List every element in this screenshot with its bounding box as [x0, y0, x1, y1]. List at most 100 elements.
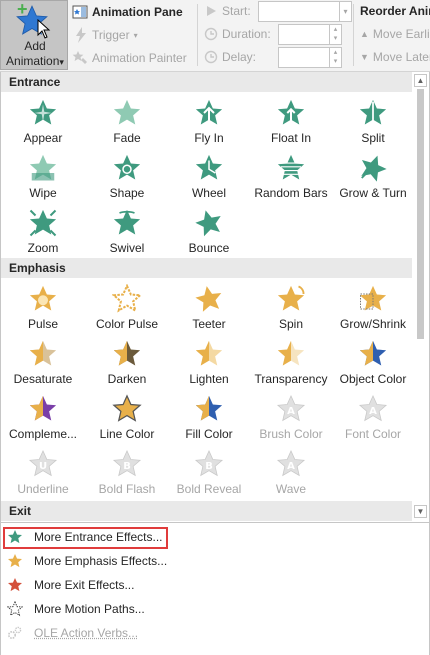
delay-input[interactable]: ▴ ▾	[278, 47, 342, 68]
effect-fill-color[interactable]: Fill Color	[167, 392, 251, 444]
fly-in-icon	[195, 99, 223, 125]
effect-brush-color[interactable]: A Brush Color	[249, 392, 333, 444]
effect-shape[interactable]: Shape	[85, 151, 169, 203]
effect-compleme[interactable]: Compleme...	[1, 392, 85, 444]
duration-input[interactable]: ▴ ▾	[278, 24, 342, 45]
color-pulse-icon	[112, 284, 142, 313]
painter-icon	[72, 51, 87, 64]
effect-float-in[interactable]: Float In	[249, 96, 333, 148]
effect-color-pulse[interactable]: Color Pulse	[85, 282, 169, 334]
effect-underline[interactable]: U Underline	[1, 447, 85, 499]
effect-grow-turn[interactable]: Grow & Turn	[331, 151, 415, 203]
ribbon-separator-2	[353, 4, 354, 66]
entrance-star-icon	[8, 530, 22, 544]
effect-desaturate[interactable]: Desaturate	[1, 337, 85, 389]
effect-object-color[interactable]: Object Color	[331, 337, 415, 389]
effect-label: Float In	[270, 131, 312, 145]
move-earlier-button[interactable]: ▲Move Earlier	[360, 27, 430, 41]
duration-label: Duration:	[204, 27, 271, 41]
effect-label: Desaturate	[13, 372, 73, 386]
effect-label: Lighten	[189, 372, 229, 386]
exit-header: Exit	[1, 501, 413, 521]
effect-transparency[interactable]: Transparency	[249, 337, 333, 389]
down-triangle-icon: ▼	[360, 52, 369, 62]
effect-wave[interactable]: A Wave	[249, 447, 333, 499]
emphasis-header: Emphasis	[1, 258, 413, 278]
entrance-header: Entrance	[1, 72, 413, 92]
more-exit-effects-item[interactable]: More Exit Effects...	[1, 573, 429, 597]
effect-lighten[interactable]: Lighten	[167, 337, 251, 389]
svg-text:A: A	[287, 406, 295, 417]
effect-label: Color Pulse	[95, 317, 159, 331]
clock-icon	[204, 27, 218, 41]
delay-label: Delay:	[204, 50, 256, 64]
brush-color-icon: A	[276, 394, 306, 422]
effect-teeter[interactable]: Teeter	[167, 282, 251, 334]
effect-bounce[interactable]: Bounce	[167, 206, 251, 258]
animation-pane-button[interactable]: Animation Pane	[72, 4, 183, 20]
object-color-icon	[359, 340, 387, 366]
more-motion-paths-item[interactable]: More Motion Paths...	[1, 597, 429, 621]
effect-line-color[interactable]: Line Color	[85, 392, 169, 444]
underline-icon: U	[28, 449, 58, 477]
effect-random-bars[interactable]: Random Bars	[249, 151, 333, 203]
effect-darken[interactable]: Darken	[85, 337, 169, 389]
effect-wipe[interactable]: Wipe	[1, 151, 85, 203]
effect-spin[interactable]: Spin	[249, 282, 333, 334]
zoom-icon	[29, 209, 57, 237]
effect-label: Grow & Turn	[339, 186, 407, 200]
effect-label: Bold Flash	[98, 482, 156, 496]
effect-bold-reveal[interactable]: B Bold Reveal	[167, 447, 251, 499]
start-dropdown[interactable]: ▾	[258, 1, 352, 22]
effect-label: Wipe	[29, 186, 57, 200]
effect-font-color[interactable]: A Font Color	[331, 392, 415, 444]
effect-label: Fly In	[194, 131, 224, 145]
ole-action-verbs-item[interactable]: OLE Action Verbs...	[1, 621, 429, 645]
darken-icon	[113, 340, 141, 366]
reorder-label: Reorder Animation	[360, 4, 430, 18]
scroll-up-arrow[interactable]: ▲	[414, 74, 427, 87]
play-icon	[207, 6, 216, 16]
motion-path-star-icon	[7, 601, 23, 617]
effect-pulse[interactable]: Pulse	[1, 282, 85, 334]
more-emphasis-effects-item[interactable]: More Emphasis Effects...	[1, 549, 429, 573]
pulse-icon	[29, 285, 57, 311]
grow-turn-icon	[361, 155, 387, 182]
effect-appear[interactable]: Appear	[1, 96, 85, 148]
scroll-down-arrow[interactable]: ▼	[414, 505, 427, 518]
line-color-icon	[112, 394, 142, 422]
effect-wheel[interactable]: Wheel	[167, 151, 251, 203]
bounce-icon	[195, 210, 221, 237]
spin-icon	[277, 285, 305, 311]
effect-label: Font Color	[344, 427, 402, 441]
effect-label: Appear	[23, 131, 63, 145]
effect-swivel[interactable]: Swivel	[85, 206, 169, 258]
trigger-button[interactable]: Trigger ▾	[74, 27, 138, 43]
effect-label: Underline	[17, 482, 69, 496]
random-bars-icon	[277, 154, 305, 180]
effect-zoom[interactable]: Zoom	[1, 206, 85, 258]
effect-split[interactable]: Split	[331, 96, 415, 148]
effect-grow-shrink[interactable]: Grow/Shrink	[331, 282, 415, 334]
wheel-icon	[195, 154, 223, 180]
delay-clock-icon	[204, 50, 218, 64]
more-entrance-effects-item[interactable]: More Entrance Effects...	[1, 525, 429, 549]
swivel-icon	[113, 209, 141, 235]
effect-bold-flash[interactable]: B Bold Flash	[85, 447, 169, 499]
add-animation-label: Add	[24, 39, 46, 53]
effect-fade[interactable]: Fade	[85, 96, 169, 148]
effect-label: Fill Color	[185, 427, 233, 441]
scroll-thumb[interactable]	[417, 89, 424, 339]
effect-fly-in[interactable]: Fly In	[167, 96, 251, 148]
teeter-icon	[195, 286, 222, 312]
move-later-button[interactable]: ▼ Move Later	[360, 50, 430, 64]
animation-painter-button[interactable]: Animation Painter	[72, 50, 187, 66]
effect-label: Fade	[113, 131, 141, 145]
wave-icon: A	[276, 449, 306, 477]
animation-pane-icon	[72, 5, 88, 19]
svg-text:A: A	[287, 461, 295, 472]
emphasis-star-icon	[8, 554, 22, 568]
add-animation-button[interactable]: + Add Animation▾	[0, 0, 68, 70]
gallery-scrollbar[interactable]: ▲ ▼	[412, 72, 429, 522]
effect-label: Object Color	[339, 372, 407, 386]
